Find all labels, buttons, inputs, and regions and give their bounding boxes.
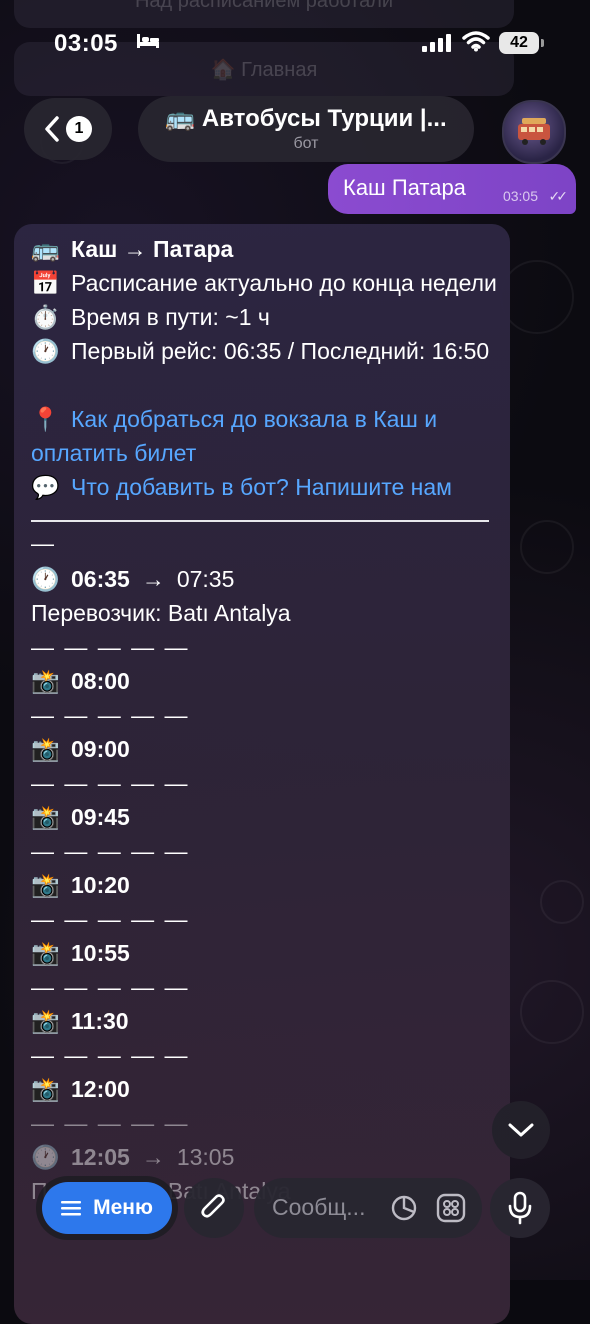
- chevron-left-icon: [45, 116, 59, 142]
- departure-time: 06:35: [71, 566, 130, 592]
- battery-level: 42: [510, 34, 528, 51]
- travel-time: Время в пути: ~1 ч: [71, 304, 270, 330]
- chat-subtitle: бот: [293, 135, 319, 152]
- camera-flash-icon: 📸: [31, 1008, 60, 1034]
- travel-time-line: ⏱️ Время в пути: ~1 ч: [31, 300, 501, 334]
- message-body: 🚌 Каш → Патара 📅 Расписание актуально до к…: [31, 232, 501, 1208]
- departure-time: 11:30: [71, 1008, 129, 1034]
- station-info-link[interactable]: Как добраться до вокзала в Каш и оплатит…: [31, 406, 437, 466]
- camera-flash-icon: 📸: [31, 668, 60, 694]
- status-time: 03:05: [54, 30, 118, 57]
- feedback-link[interactable]: Что добавить в бот? Напишите нам: [71, 474, 452, 500]
- trip-row: 📸 12:00: [31, 1072, 501, 1106]
- doodle-shape: [520, 980, 584, 1044]
- camera-flash-icon: 📸: [31, 940, 60, 966]
- schedule-note: Расписание актуально до конца недели: [71, 270, 497, 296]
- sticker-icon[interactable]: [390, 1194, 418, 1222]
- trip-row: 🕐 12:05 → 13:05: [31, 1140, 501, 1174]
- arrow-icon: →: [141, 1144, 165, 1170]
- schedule-note-line: 📅 Расписание актуально до конца недели: [31, 266, 501, 300]
- camera-flash-icon: 📸: [31, 804, 60, 830]
- trip-row: 📸 08:00: [31, 664, 501, 698]
- bot-avatar[interactable]: [502, 100, 566, 164]
- trip-row: 📸 10:55: [31, 936, 501, 970]
- message-input-placeholder: Сообщ...: [272, 1194, 366, 1220]
- trip-row: 📸 10:20: [31, 868, 501, 902]
- bus-icon: 🚌: [31, 236, 60, 262]
- camera-flash-icon: 📸: [31, 872, 60, 898]
- separator: — — — — —: [31, 770, 190, 796]
- stopwatch-icon: ⏱️: [31, 304, 60, 330]
- wifi-icon: [462, 31, 490, 52]
- camera-flash-icon: 📸: [31, 1076, 60, 1102]
- departure-time: 08:00: [71, 668, 130, 694]
- separator: — — — — —: [31, 1110, 190, 1136]
- divider-line: [31, 520, 489, 522]
- departure-time: 09:45: [71, 804, 130, 830]
- departure-time: 12:00: [71, 1076, 130, 1102]
- first-last-trips: Первый рейс: 06:35 / Последний: 16:50: [71, 338, 490, 364]
- trip-row: 📸 09:45: [31, 800, 501, 834]
- camera-flash-icon: 📸: [31, 736, 60, 762]
- calendar-icon: 📅: [31, 270, 60, 296]
- message-timestamp: 03:05: [502, 188, 538, 204]
- status-bar: 03:05 42: [0, 0, 590, 88]
- cellular-signal-icon: [422, 34, 451, 52]
- trip-row: 📸 09:00: [31, 732, 501, 766]
- departure-time: 10:20: [71, 872, 130, 898]
- outgoing-message-text: Каш Патара: [343, 175, 466, 200]
- unread-count-badge: 1: [66, 116, 92, 142]
- separator: — — — — —: [31, 1042, 190, 1068]
- chat-title-header[interactable]: 🚌 Автобусы Турции |... бот: [138, 96, 474, 162]
- trip-row: 📸 11:30: [31, 1004, 501, 1038]
- chat-title: 🚌 Автобусы Турции |...: [165, 105, 447, 132]
- separator: — — — — —: [31, 702, 190, 728]
- doodle-shape: [520, 520, 574, 574]
- feedback-link-line: 💬 Что добавить в бот? Напишите нам: [31, 470, 501, 504]
- station-link-line: 📍 Как добраться до вокзала в Каш и оплати…: [31, 402, 501, 470]
- departure-time: 10:55: [71, 940, 130, 966]
- message-input-field[interactable]: Сообщ...: [254, 1178, 482, 1238]
- arrow-icon: →: [141, 566, 165, 592]
- departure-time: 12:05: [71, 1144, 130, 1170]
- pin-icon: 📍: [31, 406, 60, 432]
- menu-label: Меню: [93, 1196, 153, 1219]
- clock-icon: 🕐: [31, 338, 60, 364]
- battery-indicator: 42: [499, 32, 544, 54]
- separator: — — — — —: [31, 906, 190, 932]
- trip-row: 🕐 06:35 → 07:35: [31, 562, 501, 596]
- departure-time: 09:00: [71, 736, 130, 762]
- clock-icon: 🕐: [31, 1144, 60, 1170]
- attach-button[interactable]: [184, 1178, 244, 1238]
- hamburger-icon: [61, 1201, 82, 1216]
- separator: — — — — —: [31, 974, 190, 1000]
- speech-bubble-icon: 💬: [31, 474, 60, 500]
- arrival-time: 07:35: [176, 566, 235, 592]
- route-title: Каш → Патара: [71, 236, 234, 262]
- chevron-down-icon: [508, 1123, 534, 1137]
- doodle-shape: [500, 260, 574, 334]
- carrier-line: Перевозчик: Batı Antalya: [31, 600, 291, 626]
- incoming-message-bubble[interactable]: 🚌 Каш → Патара 📅 Расписание актуально до к…: [14, 224, 510, 1324]
- doodle-shape: [540, 880, 584, 924]
- microphone-icon: [508, 1191, 532, 1225]
- scroll-to-bottom-button[interactable]: [492, 1101, 550, 1159]
- arrival-time: 13:05: [176, 1144, 235, 1170]
- separator: — — — — —: [31, 634, 190, 660]
- paperclip-icon: [201, 1194, 225, 1218]
- back-button[interactable]: 1: [24, 98, 112, 160]
- bus-avatar-icon: [518, 118, 550, 145]
- apps-grid-icon[interactable]: [436, 1193, 466, 1223]
- sleep-focus-icon: [137, 34, 159, 48]
- first-last-line: 🕐 Первый рейс: 06:35 / Последний: 16:50: [31, 334, 501, 368]
- clock-icon: 🕐: [31, 566, 60, 592]
- divider-dash: —: [31, 530, 54, 556]
- outgoing-message-bubble[interactable]: Каш Патара 03:05 ✓✓: [328, 164, 576, 214]
- voice-message-button[interactable]: [490, 1178, 550, 1238]
- separator: — — — — —: [31, 838, 190, 864]
- read-receipt-icon: ✓✓: [548, 188, 569, 204]
- bot-menu-button[interactable]: Меню: [42, 1182, 172, 1234]
- route-line: 🚌 Каш → Патара: [31, 232, 501, 266]
